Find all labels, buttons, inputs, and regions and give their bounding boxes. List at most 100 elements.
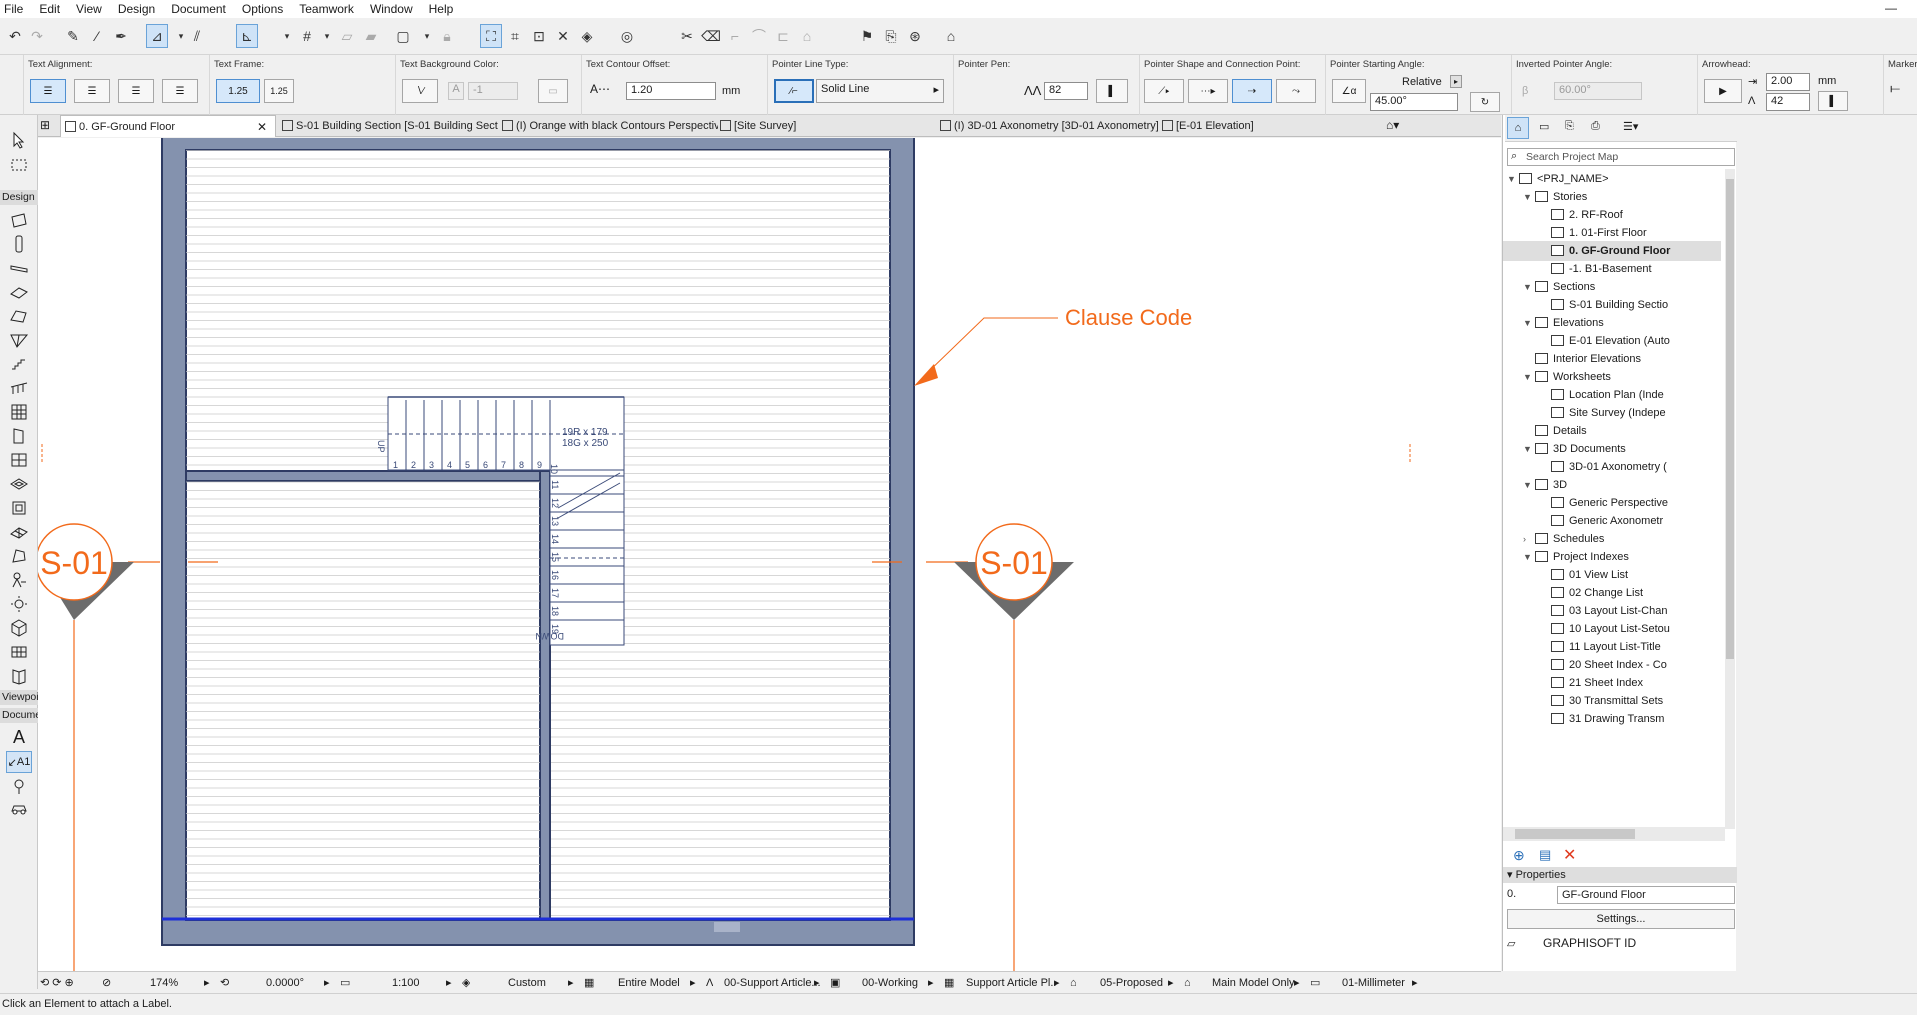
- expand-chevron-icon[interactable]: ▼: [1523, 277, 1535, 297]
- design-header[interactable]: Design: [0, 190, 38, 205]
- nav-tree-item[interactable]: Generic Axonometr: [1503, 511, 1721, 531]
- arrowhead-type-icon[interactable]: ▶: [1704, 79, 1742, 103]
- lock-icon[interactable]: 🔒︎: [436, 24, 458, 48]
- roof-tool-icon[interactable]: [7, 305, 31, 327]
- marker-pin-icon[interactable]: [7, 775, 31, 797]
- pointer-start-angle-mode[interactable]: Relative: [1402, 76, 1442, 88]
- dropdown-arrow-icon[interactable]: ▾: [316, 24, 338, 48]
- nav-tree-item[interactable]: Interior Elevations: [1503, 349, 1721, 369]
- project-map-icon[interactable]: ⌂: [1507, 117, 1529, 139]
- project-map-search[interactable]: ⌕ Search Project Map: [1507, 148, 1735, 166]
- pen-icon[interactable]: ▰: [360, 24, 382, 48]
- menu-document[interactable]: Document: [163, 0, 234, 18]
- dropdown-arrow-icon[interactable]: ▾: [416, 24, 438, 48]
- align-justify-icon[interactable]: ☰: [162, 79, 198, 103]
- dropdown-arrow-icon[interactable]: ▸: [446, 972, 452, 994]
- redo-icon[interactable]: ↷: [26, 24, 48, 48]
- nav-tree-item[interactable]: 01 View List: [1503, 565, 1721, 585]
- dropdown-arrow-icon[interactable]: ▸: [568, 972, 574, 994]
- menu-file[interactable]: File: [0, 0, 31, 18]
- view-map-icon[interactable]: ▭: [1539, 120, 1549, 133]
- undo-icon[interactable]: ↶: [4, 24, 26, 48]
- rotate-icon[interactable]: ⟲: [220, 972, 229, 994]
- flag-icon[interactable]: ⚑: [856, 24, 878, 48]
- zone-tool-icon[interactable]: [7, 569, 31, 591]
- tab-section[interactable]: S-01 Building Section [S-01 Building Sec…: [278, 115, 498, 137]
- dropdown-arrow-icon[interactable]: ▸: [204, 972, 210, 994]
- nav-tree-item[interactable]: E-01 Elevation (Auto: [1503, 331, 1721, 351]
- graphic-override-icon[interactable]: ▣: [830, 972, 840, 994]
- inverted-angle-field[interactable]: 60.00°: [1554, 82, 1642, 100]
- nav-tree-item[interactable]: S-01 Building Sectio: [1503, 295, 1721, 315]
- nav-tree-item[interactable]: Location Plan (Inde: [1503, 385, 1721, 405]
- nav-tree-item[interactable]: 2. RF-Roof: [1503, 205, 1721, 225]
- pointer-pen-picker-icon[interactable]: ▌: [1096, 79, 1128, 103]
- tab-perspective[interactable]: (I) Orange with black Contours Perspecti…: [498, 115, 718, 137]
- object-tool-icon[interactable]: [7, 497, 31, 519]
- arrowhead-pen-field[interactable]: 42: [1766, 93, 1810, 111]
- layers-icon[interactable]: ◈: [462, 972, 470, 994]
- mode-arrow-icon[interactable]: ▸: [1450, 75, 1462, 88]
- menu-edit[interactable]: Edit: [31, 0, 68, 18]
- window-tool-icon[interactable]: [7, 449, 31, 471]
- nav-tree-item[interactable]: 21 Sheet Index: [1503, 673, 1721, 693]
- nav-tree-item[interactable]: 3D-01 Axonometry (: [1503, 457, 1721, 477]
- renovation-filter-value[interactable]: Support Article Pl...: [966, 972, 1056, 994]
- minimize-icon[interactable]: —: [1885, 1, 1897, 15]
- trace-icon[interactable]: ⊡: [528, 24, 550, 48]
- properties-header[interactable]: ▾ Properties: [1503, 867, 1737, 883]
- model-view-icon[interactable]: ▦: [584, 972, 594, 994]
- nav-tree-item[interactable]: 31 Drawing Transm: [1503, 709, 1721, 729]
- marquee-icon[interactable]: ▢: [392, 24, 414, 48]
- dropdown-arrow-icon[interactable]: ▸: [690, 972, 696, 994]
- arrow-select-icon[interactable]: [7, 129, 31, 151]
- expand-chevron-icon[interactable]: ›: [1523, 529, 1535, 549]
- menu-design[interactable]: Design: [110, 0, 163, 18]
- shell-tool-icon[interactable]: [7, 329, 31, 351]
- property-name-field[interactable]: GF-Ground Floor: [1557, 886, 1735, 904]
- scale-icon[interactable]: ▭: [340, 972, 350, 994]
- nav-tree-item[interactable]: 30 Transmittal Sets: [1503, 691, 1721, 711]
- expand-chevron-icon[interactable]: ▼: [1507, 169, 1519, 189]
- nav-tree-item[interactable]: 0. GF-Ground Floor: [1503, 241, 1721, 261]
- zoom-icon[interactable]: ⊘: [102, 972, 111, 994]
- nav-tree-item[interactable]: 10 Layout List-Setou: [1503, 619, 1721, 639]
- dropdown-arrow-icon[interactable]: ▸: [1054, 972, 1060, 994]
- publisher-icon[interactable]: ⎙: [1591, 120, 1600, 133]
- angle-lock-icon[interactable]: ↻: [1470, 92, 1500, 112]
- offset-icon[interactable]: ⊏: [772, 24, 794, 48]
- pointer-shape-segmented-icon[interactable]: ⟋▸: [1144, 79, 1184, 103]
- skylight-tool-icon[interactable]: [7, 473, 31, 495]
- graphic-override-value[interactable]: 00-Working: [862, 972, 918, 994]
- book-tool-icon[interactable]: [7, 665, 31, 687]
- nav-tree-item[interactable]: Generic Perspective: [1503, 493, 1721, 513]
- beam-tool-icon[interactable]: [7, 257, 31, 279]
- inject-parameters-icon[interactable]: ⁄: [86, 24, 108, 48]
- menu-help[interactable]: Help: [421, 0, 462, 18]
- menu-view[interactable]: View: [68, 0, 110, 18]
- expand-chevron-icon[interactable]: ▼: [1523, 439, 1535, 459]
- grid-icon[interactable]: #: [296, 24, 318, 48]
- nav-tree-item[interactable]: ▼ Stories: [1503, 187, 1721, 207]
- graphisoft-icon[interactable]: ▱: [1507, 937, 1515, 950]
- viewpoint-header[interactable]: Viewpoi: [0, 690, 38, 705]
- delete-icon[interactable]: ✕: [1563, 845, 1576, 865]
- pointer-line-type-select[interactable]: Solid Line ▸: [816, 79, 944, 103]
- morph-tool-icon[interactable]: [7, 545, 31, 567]
- tab-site-survey[interactable]: [Site Survey]: [716, 115, 936, 137]
- pointer-start-angle-field[interactable]: 45.00°: [1370, 93, 1458, 111]
- nav-tree-item[interactable]: ▼ Worksheets: [1503, 367, 1721, 387]
- nav-tree-item[interactable]: 1. 01-First Floor: [1503, 223, 1721, 243]
- adjust-icon[interactable]: ⌫: [700, 24, 722, 48]
- home-icon[interactable]: ⌂: [796, 24, 818, 48]
- renovation-filter-icon[interactable]: ▦: [944, 972, 954, 994]
- nav-tree-item[interactable]: › Schedules: [1503, 529, 1721, 549]
- expand-chevron-icon[interactable]: ▼: [1523, 187, 1535, 207]
- 3d-cutaway-icon[interactable]: ◎: [616, 24, 638, 48]
- bg-color-pen-field[interactable]: -1: [468, 82, 518, 100]
- eraser-icon[interactable]: ▱: [336, 24, 358, 48]
- pointer-shape-bracket-icon[interactable]: ⋯▸: [1188, 79, 1228, 103]
- zoom-out-icon[interactable]: ⟲ ⟳ ⊕: [40, 972, 74, 994]
- layers-icon[interactable]: ◈: [576, 24, 598, 48]
- align-center-icon[interactable]: ☰: [74, 79, 110, 103]
